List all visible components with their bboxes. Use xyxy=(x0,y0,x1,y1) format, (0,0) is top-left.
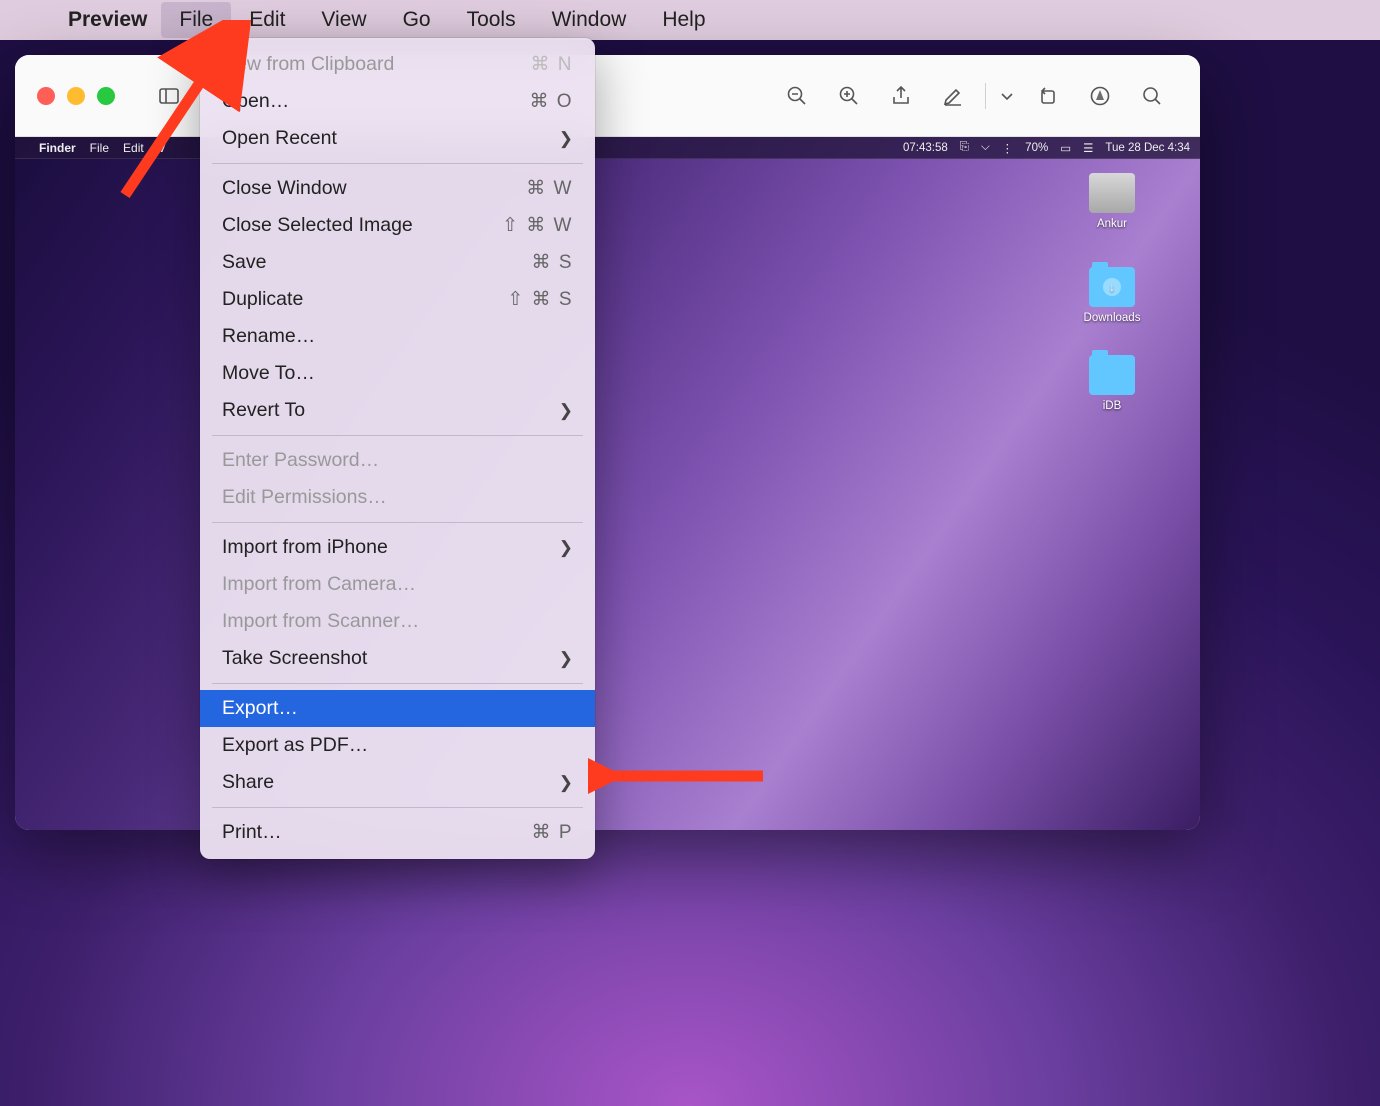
file-menu-item: Edit Permissions… xyxy=(200,479,595,516)
menu-shortcut: ⌘ P xyxy=(532,821,573,844)
menu-separator xyxy=(212,435,583,436)
menu-shortcut: ⇧ ⌘ W xyxy=(502,214,573,237)
menu-item-label: Move To… xyxy=(222,362,573,385)
menu-item-label: Import from Scanner… xyxy=(222,610,573,633)
file-menu-item[interactable]: Print…⌘ P xyxy=(200,814,595,851)
menu-item-label: Share xyxy=(222,771,559,794)
info-icon[interactable] xyxy=(1074,76,1126,116)
inner-clock: 07:43:58 xyxy=(903,142,948,154)
file-menu-item[interactable]: Export… xyxy=(200,690,595,727)
file-menu-item: Enter Password… xyxy=(200,442,595,479)
menu-item-label: Close Selected Image xyxy=(222,214,502,237)
file-menu-item: Import from Camera… xyxy=(200,566,595,603)
hdd-icon xyxy=(1089,173,1135,213)
file-menu-item: Import from Scanner… xyxy=(200,603,595,640)
menu-item-label: Export as PDF… xyxy=(222,734,573,757)
desktop-icon-label: iDB xyxy=(1103,400,1122,412)
rotate-icon[interactable] xyxy=(1022,76,1074,116)
menu-item-label: Duplicate xyxy=(222,288,507,311)
chevron-right-icon: ❯ xyxy=(559,773,573,793)
inner-app-name: Finder xyxy=(39,141,76,155)
file-menu-item[interactable]: Rename… xyxy=(200,318,595,355)
menu-shortcut: ⌘ W xyxy=(526,177,573,200)
file-menu-item[interactable]: Move To… xyxy=(200,355,595,392)
menu-shortcut: ⌘ O xyxy=(529,90,573,113)
inner-date: Tue 28 Dec 4:34 xyxy=(1105,142,1190,154)
menu-item-label: Enter Password… xyxy=(222,449,573,472)
file-menu-item[interactable]: Import from iPhone❯ xyxy=(200,529,595,566)
file-menu-item[interactable]: Export as PDF… xyxy=(200,727,595,764)
menu-item-label: Revert To xyxy=(222,399,559,422)
file-menu-item[interactable]: Close Selected Image⇧ ⌘ W xyxy=(200,207,595,244)
chevron-right-icon: ❯ xyxy=(559,649,573,669)
file-menu-item[interactable]: Save⌘ S xyxy=(200,244,595,281)
menu-item-label: Import from Camera… xyxy=(222,573,573,596)
menu-view[interactable]: View xyxy=(303,2,384,38)
markup-icon[interactable] xyxy=(927,76,979,116)
desktop-icon-label: Ankur xyxy=(1097,218,1127,230)
share-icon[interactable] xyxy=(875,76,927,116)
menu-tools[interactable]: Tools xyxy=(449,2,534,38)
zoom-out-icon[interactable] xyxy=(771,76,823,116)
menu-window[interactable]: Window xyxy=(534,2,645,38)
chevron-right-icon: ❯ xyxy=(559,129,573,149)
menu-go[interactable]: Go xyxy=(385,2,449,38)
search-icon[interactable] xyxy=(1126,76,1178,116)
menu-help[interactable]: Help xyxy=(644,2,723,38)
menu-separator xyxy=(212,807,583,808)
document-content: Finder File Edit V 07:43:58 ⎘ ⌵ ⋮ 70% ▭ … xyxy=(15,137,1200,830)
menu-shortcut: ⇧ ⌘ S xyxy=(507,288,573,311)
minimize-window-button[interactable] xyxy=(67,87,85,105)
file-menu-item[interactable]: Take Screenshot❯ xyxy=(200,640,595,677)
control-center-icon: ☰ xyxy=(1083,141,1093,155)
menu-item-label: Edit Permissions… xyxy=(222,486,573,509)
download-arrow-icon: ↓ xyxy=(1103,278,1121,296)
menu-item-label: Rename… xyxy=(222,325,573,348)
menu-item-label: Print… xyxy=(222,821,532,844)
menu-item-label: Import from iPhone xyxy=(222,536,559,559)
desktop-icon-hdd: Ankur xyxy=(1076,173,1148,230)
zoom-in-icon[interactable] xyxy=(823,76,875,116)
menu-item-label: Take Screenshot xyxy=(222,647,559,670)
annotation-arrow-side xyxy=(588,756,768,796)
toolbar-divider xyxy=(985,83,986,109)
wifi-icon: ⌵ xyxy=(981,141,990,154)
menu-separator xyxy=(212,683,583,684)
menu-item-label: Open Recent xyxy=(222,127,559,150)
menu-item-label: Save xyxy=(222,251,532,274)
folder-icon: ↓ xyxy=(1089,267,1135,307)
menu-separator xyxy=(212,522,583,523)
folder-icon xyxy=(1089,355,1135,395)
desktop-icon-downloads: ↓ Downloads xyxy=(1076,267,1148,324)
chevron-right-icon: ❯ xyxy=(559,538,573,558)
desktop-icon-label: Downloads xyxy=(1084,312,1141,324)
bluetooth-icon: ⋮ xyxy=(1002,141,1014,155)
attachment-icon: ⎘ xyxy=(960,141,969,154)
traffic-lights xyxy=(37,87,115,105)
chevron-down-icon[interactable] xyxy=(992,76,1022,116)
annotation-arrow-top xyxy=(105,20,270,205)
menu-item-label: Export… xyxy=(222,697,573,720)
menu-shortcut: ⌘ N xyxy=(531,53,574,76)
battery-icon: ▭ xyxy=(1060,141,1071,155)
file-menu-item[interactable]: Revert To❯ xyxy=(200,392,595,429)
chevron-right-icon: ❯ xyxy=(559,401,573,421)
desktop-icon-idb: iDB xyxy=(1076,355,1148,412)
close-window-button[interactable] xyxy=(37,87,55,105)
file-menu-item[interactable]: Duplicate⇧ ⌘ S xyxy=(200,281,595,318)
menu-shortcut: ⌘ S xyxy=(532,251,573,274)
file-menu-item[interactable]: Share❯ xyxy=(200,764,595,801)
battery-pct: 70% xyxy=(1025,142,1048,154)
